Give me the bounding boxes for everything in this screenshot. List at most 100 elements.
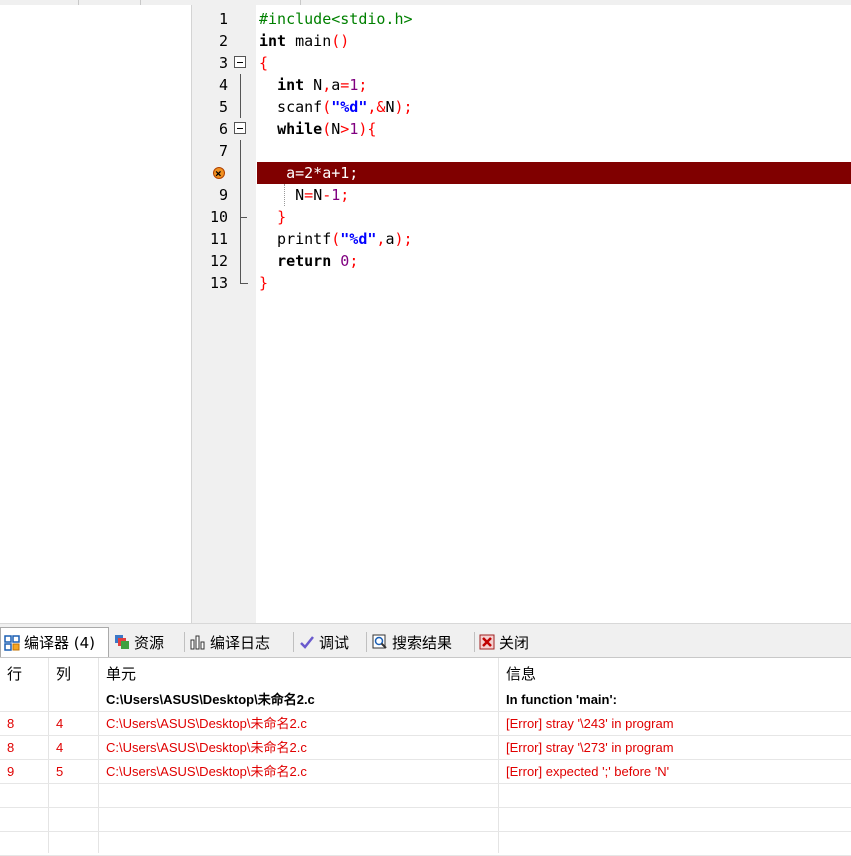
code-text[interactable]: } [259, 206, 286, 228]
table-row[interactable]: 8 4 C:\Users\ASUS\Desktop\未命名2.c [Error] st… [0, 712, 851, 736]
cell-row [0, 808, 48, 832]
code-text[interactable]: } [259, 272, 268, 294]
cell-col [49, 784, 99, 808]
cell-col: 4 [56, 716, 64, 731]
table-row[interactable]: 9 5 C:\Users\ASUS\Desktop\未命名2.c [Error] ex… [0, 760, 851, 784]
cell-row [0, 784, 48, 808]
code-token: 1 [349, 76, 359, 94]
column-header-row[interactable]: 行 [0, 658, 48, 688]
table-row[interactable] [0, 832, 851, 856]
code-text[interactable]: int N,a=1; [259, 74, 367, 96]
cell-unit: C:\Users\ASUS\Desktop\未命名2.c [106, 716, 307, 731]
tab-compiler[interactable]: 编译器 (4) [0, 627, 109, 657]
magnifier-icon [372, 634, 388, 650]
code-token: { [259, 54, 269, 72]
checkmark-icon [299, 634, 315, 650]
cell-col [49, 688, 99, 712]
code-token: = [340, 76, 350, 94]
tab-label: 搜索结果 [392, 633, 453, 652]
code-line[interactable]: 4 int N,a=1; [200, 74, 851, 96]
tab-divider [366, 632, 367, 652]
fold-toggle-icon[interactable] [234, 118, 250, 140]
cell-unit: C:\Users\ASUS\Desktop\未命名2.c [106, 692, 315, 707]
code-line[interactable]: 2 int main() [200, 30, 851, 52]
fold-guide [234, 74, 250, 96]
tab-label: 编译器 (4) [24, 634, 96, 652]
code-line[interactable]: 6 while(N>1){ [200, 118, 851, 140]
code-token: , [322, 76, 332, 94]
table-row[interactable] [0, 808, 851, 832]
line-number: 11 [209, 230, 228, 248]
code-line[interactable]: 9 N=N-1; [200, 184, 851, 206]
cell-unit [99, 808, 499, 832]
tab-compile-log[interactable]: 编译日志 [190, 629, 290, 655]
table-row[interactable]: C:\Users\ASUS\Desktop\未命名2.c In function … [0, 688, 851, 712]
code-text[interactable]: while(N>1){ [259, 118, 376, 140]
tab-label: 调试 [319, 633, 350, 652]
fold-toggle-icon[interactable] [234, 52, 250, 74]
code-line[interactable]: 11 printf("%d",a); [200, 228, 851, 250]
column-header-col[interactable]: 列 [49, 658, 99, 688]
table-row[interactable] [0, 784, 851, 808]
compiler-messages-table: 行 列 单元 信息 C:\Users\ASUS\Desktop\未命名2.c In… [0, 657, 851, 856]
code-line[interactable]: 12 return 0; [200, 250, 851, 272]
code-line-error[interactable]: a=2*a+1; [213, 162, 851, 185]
fold-guide [234, 228, 250, 250]
cell-col: 5 [56, 764, 64, 779]
cell-info: In function 'main': [506, 692, 617, 707]
code-token: return [277, 252, 332, 270]
code-token: ,& [367, 98, 386, 116]
bottom-panel-tabs: 编译器 (4) 资源 编译日志 调试 搜索结果 关闭 [0, 623, 851, 658]
code-text[interactable]: a=2*a+1; [259, 162, 358, 184]
code-line[interactable]: 7 [200, 140, 851, 162]
code-token: while [277, 120, 323, 138]
line-number: 6 [218, 120, 228, 138]
cell-col [49, 808, 99, 832]
cell-info [499, 808, 851, 832]
cell-row: 8 [7, 716, 15, 731]
tab-close[interactable]: 关闭 [479, 629, 545, 655]
code-editor[interactable]: 1 #include<stdio.h> 2 int main() 3{4 int N,a… [200, 5, 851, 623]
cell-col: 4 [56, 740, 64, 755]
code-token: 1 [349, 120, 359, 138]
indent-guide [284, 184, 285, 206]
code-text[interactable]: #include<stdio.h> [259, 8, 413, 30]
code-token: scanf [259, 98, 323, 116]
tab-debug[interactable]: 调试 [299, 629, 363, 655]
code-text[interactable]: return 0; [259, 250, 358, 272]
code-text[interactable]: printf("%d",a); [259, 228, 413, 250]
tab-search-results[interactable]: 搜索结果 [372, 629, 472, 655]
code-token: "%d" [340, 230, 377, 248]
column-header-info[interactable]: 信息 [499, 658, 851, 688]
table-row[interactable]: 8 4 C:\Users\ASUS\Desktop\未命名2.c [Error] st… [0, 736, 851, 760]
code-line[interactable]: 1 #include<stdio.h> [200, 8, 851, 30]
column-header-unit[interactable]: 单元 [99, 658, 499, 688]
code-text[interactable]: N=N-1; [259, 184, 349, 206]
fold-guide [234, 206, 250, 228]
code-token: N [259, 186, 305, 204]
code-line[interactable]: 10 } [200, 206, 851, 228]
code-text[interactable]: int main() [259, 30, 349, 52]
panel-splitter[interactable] [192, 0, 200, 623]
code-line[interactable]: 5 scanf("%d",&N); [200, 96, 851, 118]
close-icon [479, 634, 495, 650]
code-text[interactable]: { [259, 52, 268, 74]
code-line[interactable]: 3{ [200, 52, 851, 74]
cell-row [0, 832, 48, 856]
line-number: 1 [218, 10, 228, 28]
cell-unit: C:\Users\ASUS\Desktop\未命名2.c [106, 764, 307, 779]
tab-resources[interactable]: 资源 [114, 629, 180, 655]
code-line[interactable]: 13} [200, 272, 851, 294]
code-token: ( [322, 120, 332, 138]
error-marker-icon[interactable] [213, 163, 225, 185]
code-token: > [340, 120, 350, 138]
code-text[interactable]: scanf("%d",&N); [259, 96, 412, 118]
code-token: ); [394, 230, 413, 248]
cell-row: 8 [7, 740, 15, 755]
resources-icon [114, 634, 130, 650]
project-panel[interactable] [0, 5, 192, 623]
fold-guide [234, 162, 250, 184]
